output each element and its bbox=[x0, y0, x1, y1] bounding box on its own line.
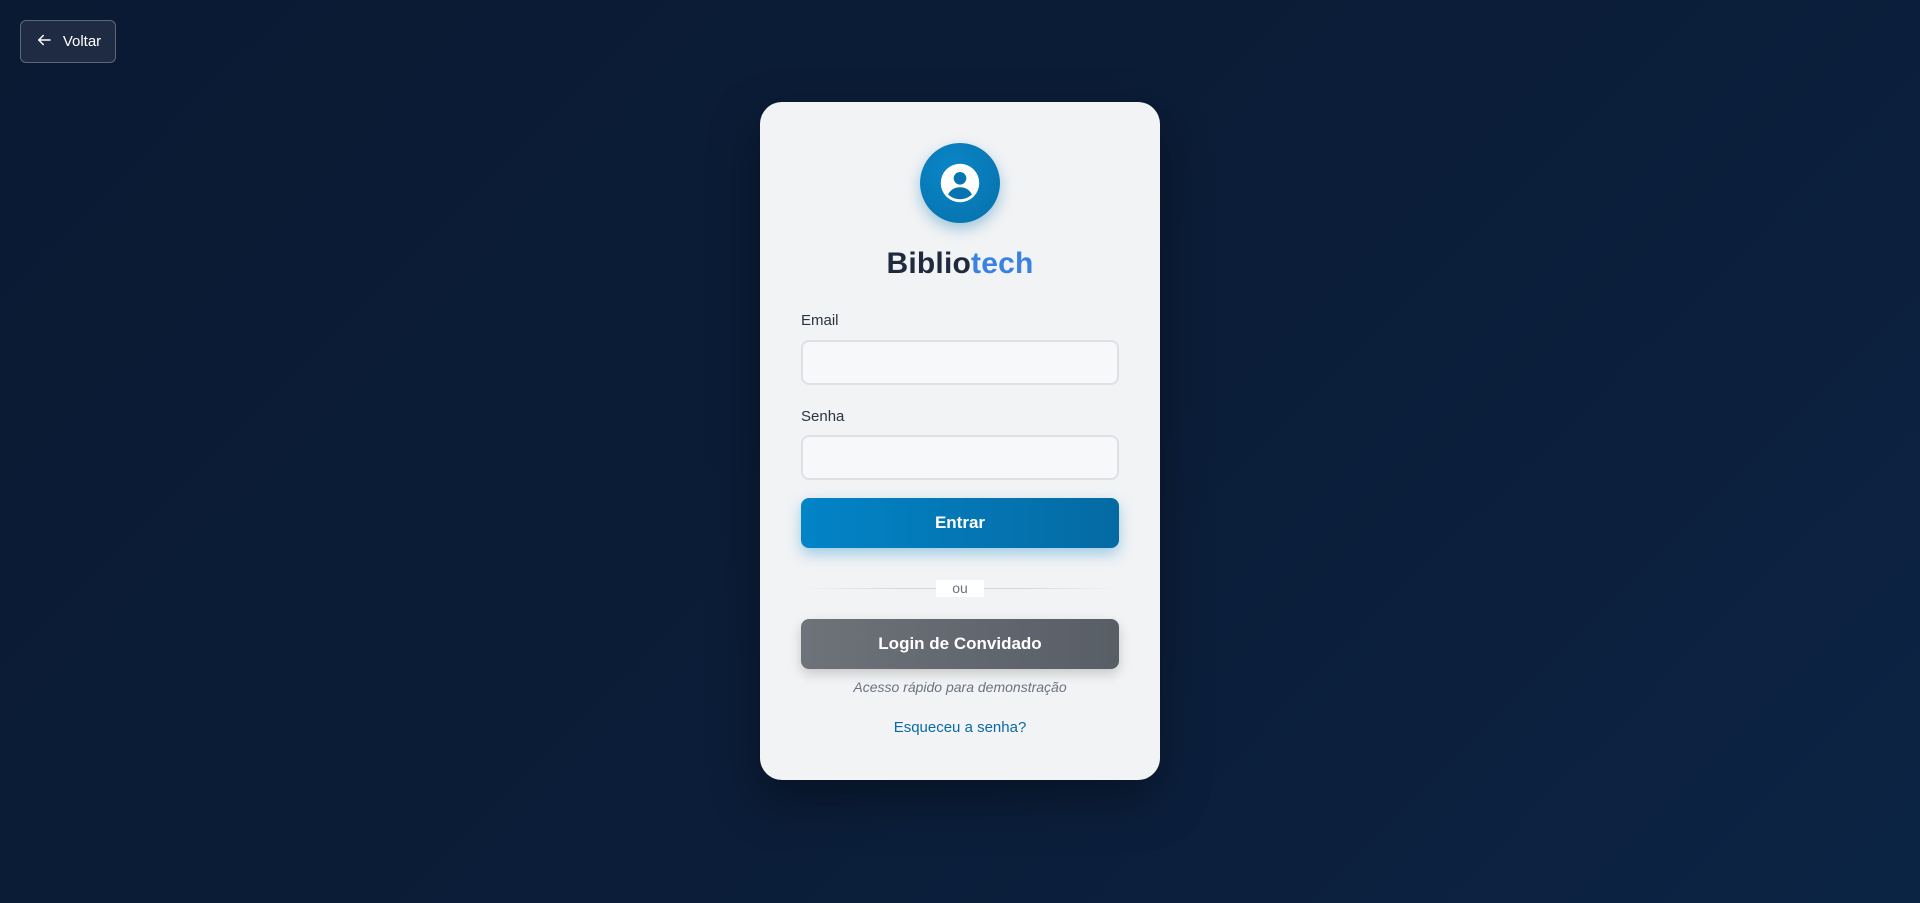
password-input[interactable] bbox=[801, 435, 1119, 480]
submit-button[interactable]: Entrar bbox=[801, 498, 1119, 548]
divider-text: ou bbox=[936, 580, 984, 597]
password-label: Senha bbox=[801, 408, 845, 425]
brand-title-accent: tech bbox=[971, 247, 1034, 280]
brand-title: Bibliotech bbox=[760, 247, 1160, 281]
back-button[interactable]: Voltar bbox=[20, 20, 116, 63]
email-input[interactable] bbox=[801, 340, 1119, 385]
user-circle-icon bbox=[920, 143, 1000, 223]
login-card: Bibliotech Email Senha Entrar ou Login d… bbox=[760, 102, 1160, 780]
back-button-label: Voltar bbox=[62, 33, 102, 50]
guest-login-button[interactable]: Login de Convidado bbox=[801, 619, 1119, 669]
arrow-left-icon bbox=[35, 31, 53, 53]
brand-title-primary: Biblio bbox=[886, 247, 972, 280]
guest-hint: Acesso rápido para demonstração bbox=[853, 679, 1067, 695]
email-label: Email bbox=[801, 312, 839, 329]
forgot-password-link[interactable]: Esqueceu a senha? bbox=[760, 719, 1160, 736]
